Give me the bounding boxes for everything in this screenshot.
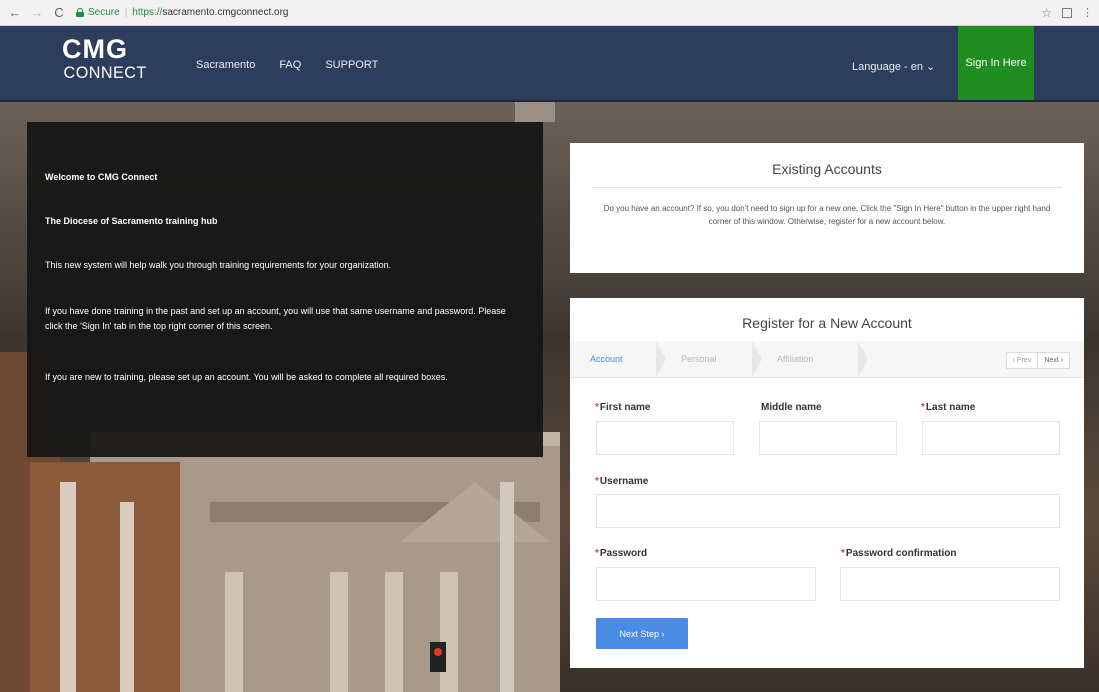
step-personal[interactable]: Personal xyxy=(681,341,717,378)
logo-bottom: CONNECT xyxy=(63,63,147,82)
menu-icon[interactable]: ⋮ xyxy=(1082,6,1093,19)
username-input[interactable] xyxy=(596,494,1060,528)
browser-toolbar: ← → C Secure | https:// sacramento.cmgco… xyxy=(0,0,1099,26)
step-chevron xyxy=(858,341,868,378)
cmg-connect-logo[interactable]: CMG CONNECT xyxy=(62,34,147,82)
password-input[interactable] xyxy=(596,567,816,601)
existing-accounts-card: Existing Accounts Do you have an account… xyxy=(570,143,1084,273)
url-scheme: https:// xyxy=(132,7,163,18)
address-bar[interactable]: Secure | https:// sacramento.cmgconnect.… xyxy=(76,4,288,22)
step-affiliation[interactable]: Affiliation xyxy=(777,341,813,378)
welcome-subtitle: The Diocese of Sacramento training hub xyxy=(45,216,218,226)
nav-link-faq[interactable]: FAQ xyxy=(279,59,301,71)
step-account[interactable]: Account xyxy=(590,341,623,378)
first-name-label: *First name xyxy=(595,402,650,413)
step-chevron xyxy=(656,341,666,378)
star-icon[interactable]: ☆ xyxy=(1041,6,1052,20)
last-name-label: *Last name xyxy=(921,402,975,413)
welcome-paragraph-2: If you have done training in the past an… xyxy=(45,306,506,331)
required-marker: * xyxy=(921,402,925,413)
wizard-pager: ‹ Prev Next › xyxy=(1005,352,1070,369)
next-button[interactable]: Next › xyxy=(1037,353,1069,368)
url-host: sacramento.cmgconnect.org xyxy=(162,7,289,18)
welcome-panel: Welcome to CMG Connect The Diocese of Sa… xyxy=(27,122,543,457)
required-marker: * xyxy=(841,548,845,559)
prev-button[interactable]: ‹ Prev xyxy=(1007,353,1038,368)
forward-icon[interactable]: → xyxy=(28,4,46,22)
username-label-text: Username xyxy=(599,476,649,487)
step-chevron xyxy=(752,341,762,378)
existing-accounts-text: Do you have an account? If so, you don't… xyxy=(603,204,1051,226)
password-label-text: Password xyxy=(599,548,648,559)
back-icon[interactable]: ← xyxy=(6,4,24,22)
required-marker: * xyxy=(595,548,599,559)
secure-label: Secure xyxy=(88,7,120,18)
first-name-input[interactable] xyxy=(596,421,734,455)
nav-link-sacramento[interactable]: Sacramento xyxy=(196,59,255,71)
password-label: *Password xyxy=(595,548,647,559)
first-name-label-text: First name xyxy=(599,402,651,413)
middle-name-label: Middle name xyxy=(761,402,822,413)
password-confirmation-label-text: Password confirmation xyxy=(845,548,957,559)
welcome-paragraph-1: This new system will help walk you throu… xyxy=(45,260,392,270)
sign-in-button[interactable]: Sign In Here xyxy=(958,26,1034,100)
required-marker: * xyxy=(595,476,599,487)
address-separator: | xyxy=(124,7,128,18)
logo-top: CMG xyxy=(62,34,128,64)
password-confirmation-input[interactable] xyxy=(840,567,1060,601)
middle-name-input[interactable] xyxy=(759,421,897,455)
language-dropdown[interactable]: Language - en ⌄ xyxy=(852,60,935,73)
extension-icon[interactable] xyxy=(1062,7,1072,18)
existing-accounts-title: Existing Accounts xyxy=(772,161,882,177)
welcome-title: Welcome to CMG Connect xyxy=(45,172,158,182)
site-navbar: CMG CONNECT Sacramento FAQ SUPPORT Langu… xyxy=(0,26,1099,101)
register-title: Register for a New Account xyxy=(742,315,912,331)
required-marker: * xyxy=(595,402,599,413)
last-name-input[interactable] xyxy=(922,421,1060,455)
divider xyxy=(592,187,1062,188)
nav-links: Sacramento FAQ SUPPORT xyxy=(196,59,402,71)
lock-icon xyxy=(76,8,84,17)
welcome-paragraph-3: If you are new to training, please set u… xyxy=(45,372,448,382)
last-name-label-text: Last name xyxy=(925,402,976,413)
username-label: *Username xyxy=(595,476,648,487)
nav-link-support[interactable]: SUPPORT xyxy=(325,59,378,71)
wizard-steps: Account Personal Affiliation ‹ Prev Next… xyxy=(570,341,1084,378)
next-step-button[interactable]: Next Step › xyxy=(596,618,688,649)
reload-icon[interactable]: C xyxy=(50,4,68,22)
password-confirmation-label: *Password confirmation xyxy=(841,548,956,559)
